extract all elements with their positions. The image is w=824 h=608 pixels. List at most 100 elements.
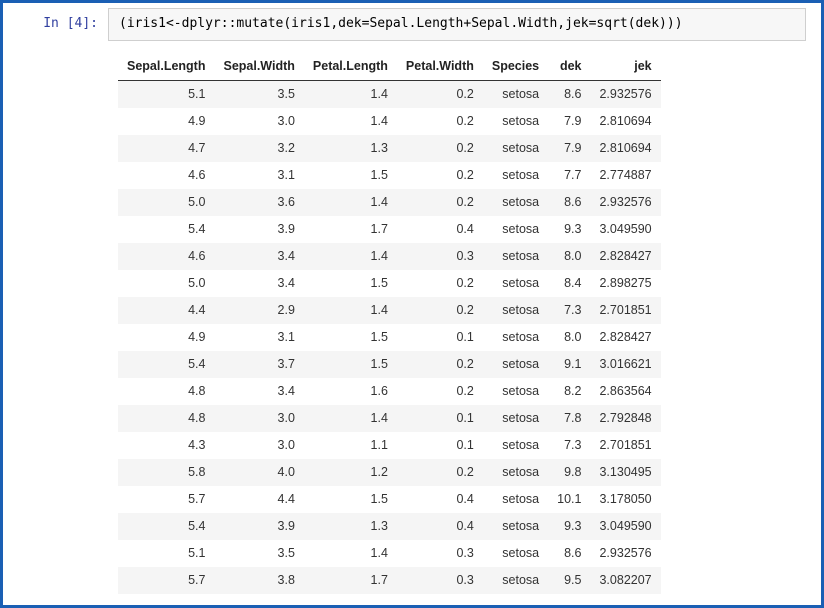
table-cell: 2.701851 <box>590 297 660 324</box>
table-cell: 3.9 <box>214 513 303 540</box>
table-cell: 5.8 <box>118 459 214 486</box>
table-cell: 3.7 <box>214 351 303 378</box>
table-cell: 1.5 <box>304 324 397 351</box>
table-row: 5.84.01.20.2setosa9.83.130495 <box>118 459 661 486</box>
table-cell: 0.2 <box>397 351 483 378</box>
table-cell: 8.6 <box>548 80 590 108</box>
table-row: 4.83.41.60.2setosa8.22.863564 <box>118 378 661 405</box>
table-cell: setosa <box>483 405 548 432</box>
input-cell: In [4]: (iris1<-dplyr::mutate(iris1,dek=… <box>3 3 821 46</box>
table-cell: 1.7 <box>304 567 397 594</box>
table-cell: 1.5 <box>304 486 397 513</box>
table-cell: setosa <box>483 540 548 567</box>
table-cell: 2.932576 <box>590 80 660 108</box>
table-cell: setosa <box>483 324 548 351</box>
table-cell: 8.2 <box>548 378 590 405</box>
table-cell: 4.4 <box>214 486 303 513</box>
table-cell: setosa <box>483 216 548 243</box>
table-row: 4.93.01.40.2setosa7.92.810694 <box>118 108 661 135</box>
table-cell: 1.5 <box>304 270 397 297</box>
column-header: Species <box>483 52 548 81</box>
table-row: 5.73.81.70.3setosa9.53.082207 <box>118 567 661 594</box>
table-cell: 0.4 <box>397 486 483 513</box>
input-prompt: In [4]: <box>3 8 108 41</box>
table-cell: 0.3 <box>397 243 483 270</box>
table-cell: 3.1 <box>214 324 303 351</box>
table-cell: 5.4 <box>118 216 214 243</box>
table-cell: 4.8 <box>118 378 214 405</box>
table-cell: 1.4 <box>304 405 397 432</box>
column-header: Sepal.Width <box>214 52 303 81</box>
table-cell: setosa <box>483 459 548 486</box>
table-cell: 2.701851 <box>590 432 660 459</box>
table-cell: 7.3 <box>548 297 590 324</box>
table-cell: 3.2 <box>214 135 303 162</box>
table-cell: 2.863564 <box>590 378 660 405</box>
column-header: Sepal.Length <box>118 52 214 81</box>
table-cell: 3.4 <box>214 378 303 405</box>
table-cell: 5.7 <box>118 567 214 594</box>
table-cell: 7.9 <box>548 135 590 162</box>
table-cell: 0.2 <box>397 459 483 486</box>
table-cell: 1.7 <box>304 216 397 243</box>
output-content: Sepal.LengthSepal.WidthPetal.LengthPetal… <box>108 46 821 604</box>
table-cell: 3.4 <box>214 270 303 297</box>
table-cell: 3.0 <box>214 405 303 432</box>
table-cell: setosa <box>483 486 548 513</box>
table-cell: 2.9 <box>214 297 303 324</box>
table-cell: 0.4 <box>397 216 483 243</box>
table-cell: 4.8 <box>118 405 214 432</box>
table-cell: setosa <box>483 432 548 459</box>
table-row: 5.74.41.50.4setosa10.13.178050 <box>118 486 661 513</box>
table-cell: 3.0 <box>214 432 303 459</box>
table-cell: 3.049590 <box>590 513 660 540</box>
table-cell: 5.0 <box>118 270 214 297</box>
table-cell: 0.3 <box>397 540 483 567</box>
table-cell: 0.2 <box>397 270 483 297</box>
table-cell: 2.932576 <box>590 189 660 216</box>
table-cell: 4.4 <box>118 297 214 324</box>
table-cell: 8.6 <box>548 540 590 567</box>
table-cell: 5.1 <box>118 80 214 108</box>
table-cell: 1.4 <box>304 297 397 324</box>
column-header: Petal.Length <box>304 52 397 81</box>
table-cell: 0.1 <box>397 324 483 351</box>
table-row: 4.63.11.50.2setosa7.72.774887 <box>118 162 661 189</box>
table-cell: 0.4 <box>397 513 483 540</box>
table-cell: 2.774887 <box>590 162 660 189</box>
notebook-container: In [4]: (iris1<-dplyr::mutate(iris1,dek=… <box>3 3 821 604</box>
table-cell: 4.7 <box>118 135 214 162</box>
table-cell: 2.810694 <box>590 135 660 162</box>
table-cell: 0.1 <box>397 432 483 459</box>
table-row: 5.13.51.40.2setosa8.62.932576 <box>118 80 661 108</box>
table-cell: 3.130495 <box>590 459 660 486</box>
table-cell: 0.2 <box>397 378 483 405</box>
table-cell: setosa <box>483 567 548 594</box>
table-cell: 5.1 <box>118 540 214 567</box>
code-input[interactable]: (iris1<-dplyr::mutate(iris1,dek=Sepal.Le… <box>108 8 806 41</box>
table-cell: 3.178050 <box>590 486 660 513</box>
table-row: 4.63.41.40.3setosa8.02.828427 <box>118 243 661 270</box>
column-header: Petal.Width <box>397 52 483 81</box>
table-row: 5.03.41.50.2setosa8.42.898275 <box>118 270 661 297</box>
table-cell: 9.5 <box>548 567 590 594</box>
table-cell: setosa <box>483 513 548 540</box>
table-cell: setosa <box>483 243 548 270</box>
table-cell: 0.2 <box>397 135 483 162</box>
table-row: 5.43.91.30.4setosa9.33.049590 <box>118 513 661 540</box>
table-cell: setosa <box>483 270 548 297</box>
table-cell: 7.8 <box>548 405 590 432</box>
table-cell: 2.810694 <box>590 108 660 135</box>
table-cell: 5.0 <box>118 189 214 216</box>
table-cell: 1.6 <box>304 378 397 405</box>
prompt-label: In <box>43 16 66 31</box>
table-body: 5.13.51.40.2setosa8.62.9325764.93.01.40.… <box>118 80 661 594</box>
table-cell: 2.792848 <box>590 405 660 432</box>
table-row: 4.33.01.10.1setosa7.32.701851 <box>118 432 661 459</box>
table-cell: 0.3 <box>397 567 483 594</box>
table-cell: 1.3 <box>304 513 397 540</box>
column-header: dek <box>548 52 590 81</box>
table-cell: 3.6 <box>214 189 303 216</box>
table-cell: 3.5 <box>214 80 303 108</box>
table-cell: 2.898275 <box>590 270 660 297</box>
